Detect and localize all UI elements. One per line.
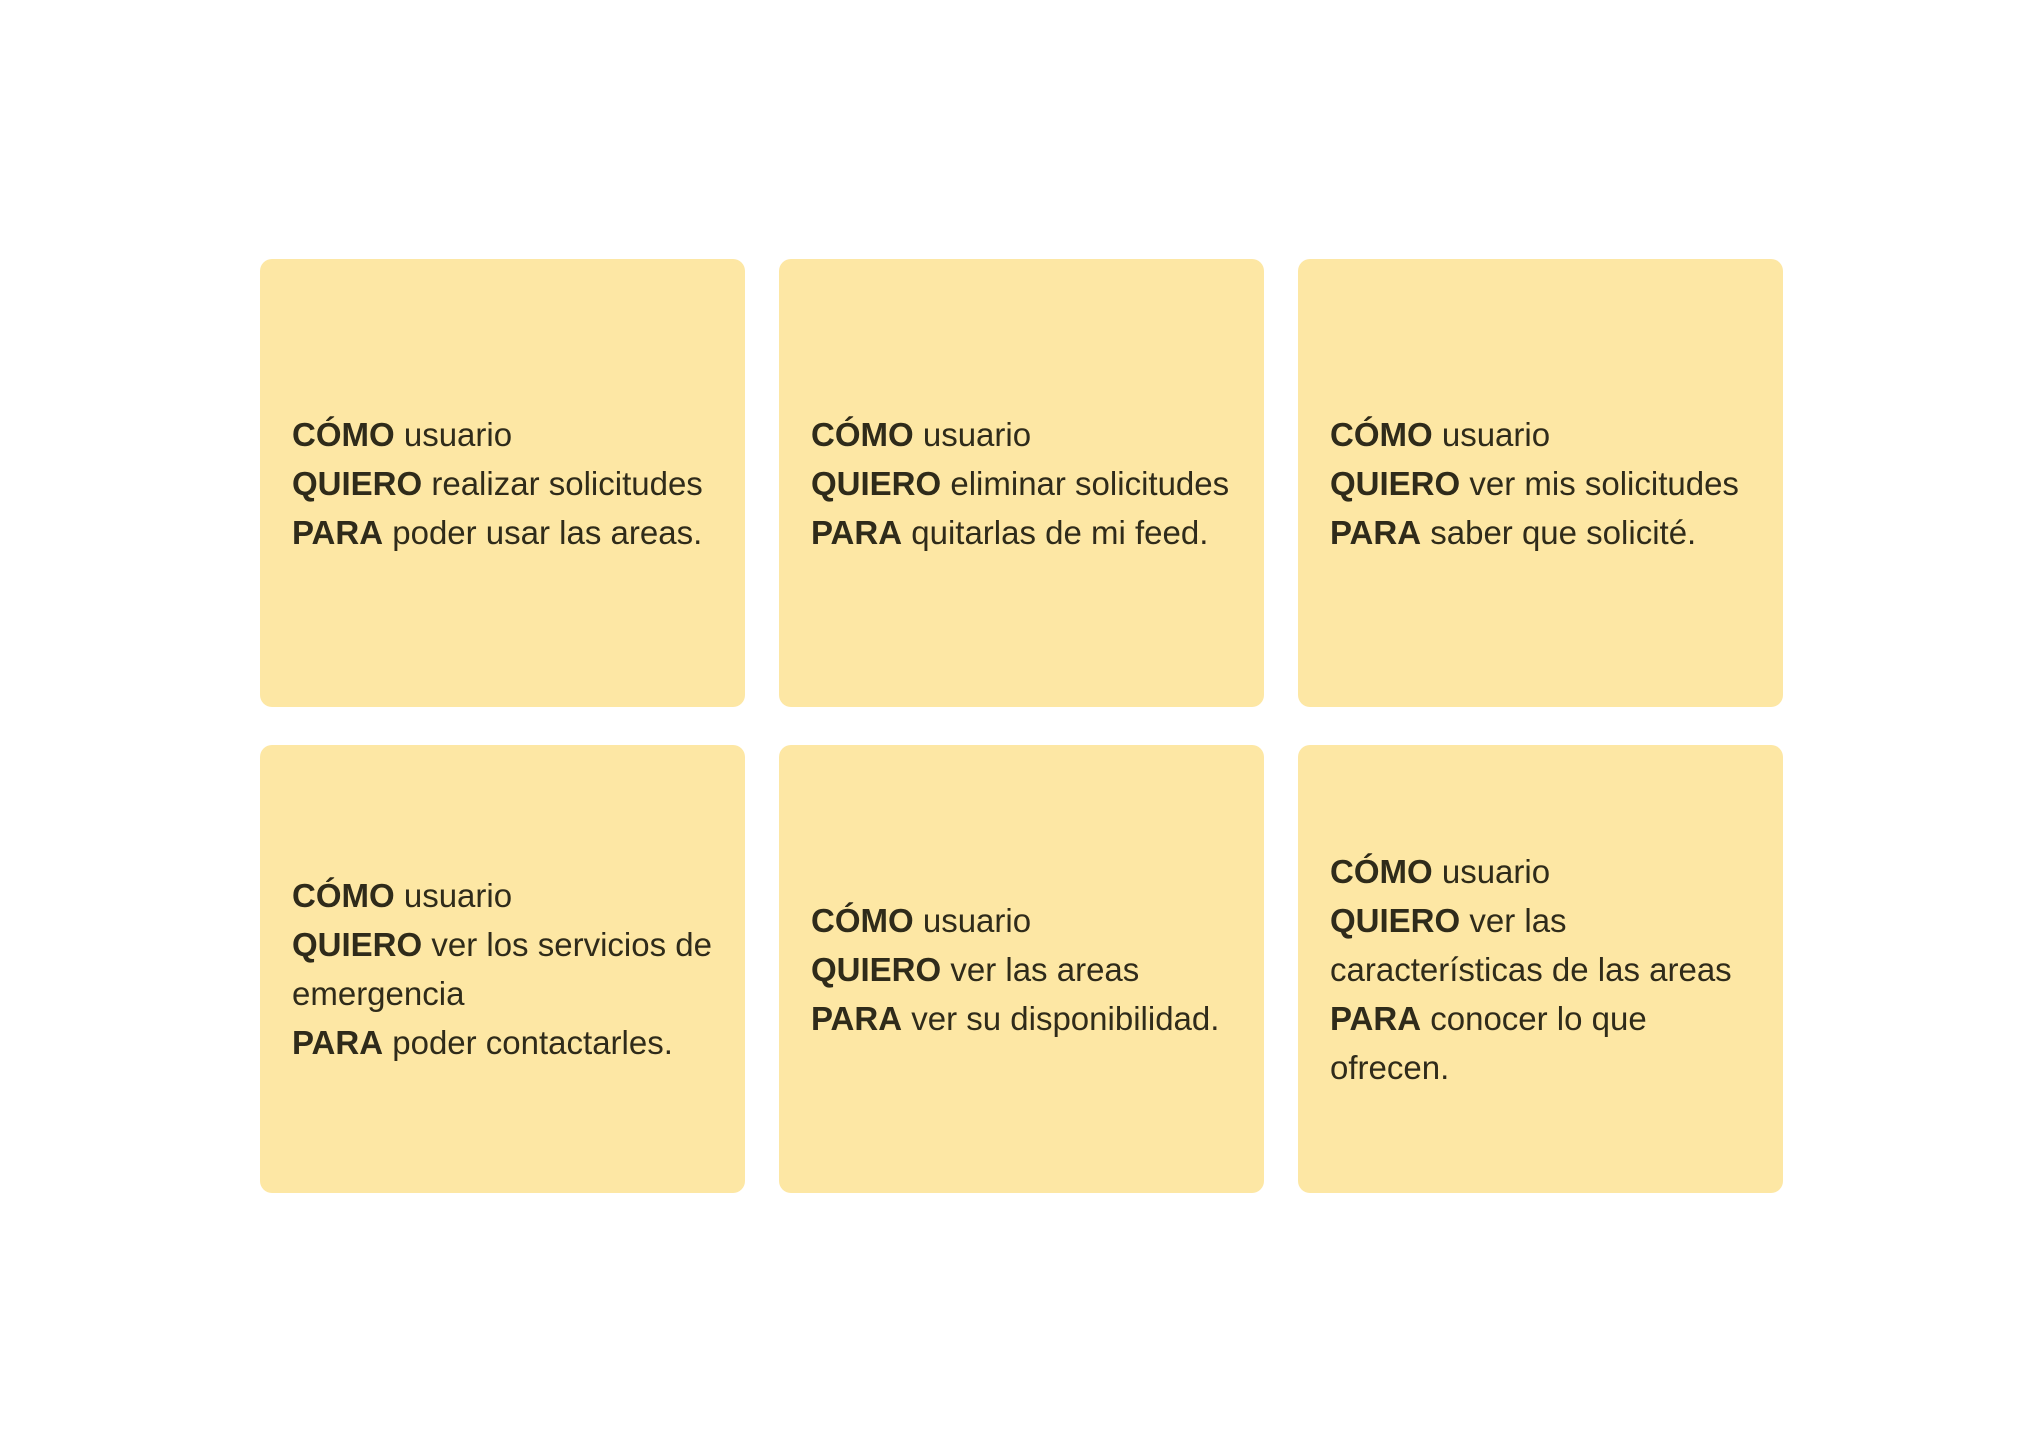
para-line: PARA poder contactarles. [292, 1018, 715, 1067]
para-value: poder contactarles. [392, 1024, 673, 1061]
para-line: PARA quitarlas de mi feed. [811, 508, 1229, 557]
quiero-line: QUIERO ver las areas [811, 945, 1219, 994]
para-keyword: PARA [292, 1024, 384, 1061]
como-value: usuario [403, 415, 513, 453]
user-story-text: CÓMO usuario QUIERO realizar solicitudes… [292, 410, 703, 557]
user-story-text: CÓMO usuario QUIERO eliminar solicitudes… [811, 410, 1229, 557]
como-value: usuario [403, 877, 513, 914]
como-value: usuario [1441, 415, 1551, 453]
quiero-line: QUIERO ver mis solicitudes [1330, 459, 1739, 508]
sticky-note-board: CÓMO usuario QUIERO realizar solicitudes… [260, 259, 1783, 1195]
para-keyword: PARA [811, 513, 903, 551]
quiero-keyword: QUIERO [292, 464, 423, 502]
para-keyword: PARA [292, 513, 384, 551]
como-line: CÓMO usuario [292, 871, 715, 920]
como-keyword: CÓMO [811, 901, 914, 939]
quiero-line: QUIERO ver los servicios de emergencia [292, 920, 715, 1018]
sticky-note[interactable]: CÓMO usuario QUIERO ver las característi… [1298, 745, 1783, 1193]
para-value: saber que solicité. [1430, 513, 1697, 551]
como-line: CÓMO usuario [1330, 847, 1753, 896]
para-value: ver su disponibilidad. [911, 999, 1220, 1037]
quiero-value: eliminar solicitudes [950, 464, 1230, 502]
como-line: CÓMO usuario [1330, 410, 1739, 459]
sticky-note[interactable]: CÓMO usuario QUIERO ver mis solicitudes … [1298, 259, 1783, 707]
para-keyword: PARA [1330, 513, 1422, 551]
como-line: CÓMO usuario [811, 896, 1219, 945]
quiero-keyword: QUIERO [292, 926, 423, 963]
como-keyword: CÓMO [811, 415, 914, 453]
para-value: poder usar las areas. [392, 513, 703, 551]
para-line: PARA poder usar las areas. [292, 508, 703, 557]
como-keyword: CÓMO [292, 415, 395, 453]
user-story-text: CÓMO usuario QUIERO ver mis solicitudes … [1330, 410, 1739, 557]
para-value: quitarlas de mi feed. [911, 513, 1209, 551]
como-keyword: CÓMO [292, 877, 395, 914]
quiero-keyword: QUIERO [1330, 901, 1461, 939]
para-line: PARA conocer lo que ofrecen. [1330, 994, 1753, 1092]
como-line: CÓMO usuario [811, 410, 1229, 459]
quiero-value: ver mis solicitudes [1469, 464, 1739, 502]
como-value: usuario [1441, 852, 1551, 890]
como-keyword: CÓMO [1330, 852, 1433, 890]
como-value: usuario [922, 415, 1032, 453]
sticky-note[interactable]: CÓMO usuario QUIERO ver los servicios de… [260, 745, 745, 1193]
sticky-note[interactable]: CÓMO usuario QUIERO realizar solicitudes… [260, 259, 745, 707]
como-line: CÓMO usuario [292, 410, 703, 459]
sticky-note[interactable]: CÓMO usuario QUIERO eliminar solicitudes… [779, 259, 1264, 707]
quiero-value: ver las areas [950, 950, 1140, 988]
quiero-line: QUIERO realizar solicitudes [292, 459, 703, 508]
quiero-keyword: QUIERO [1330, 464, 1461, 502]
quiero-keyword: QUIERO [811, 464, 942, 502]
sticky-note[interactable]: CÓMO usuario QUIERO ver las areas PARA v… [779, 745, 1264, 1193]
para-keyword: PARA [811, 999, 903, 1037]
quiero-line: QUIERO eliminar solicitudes [811, 459, 1229, 508]
para-line: PARA saber que solicité. [1330, 508, 1739, 557]
como-value: usuario [922, 901, 1032, 939]
quiero-value: realizar solicitudes [431, 464, 703, 502]
user-story-text: CÓMO usuario QUIERO ver las característi… [1330, 847, 1753, 1092]
user-story-text: CÓMO usuario QUIERO ver los servicios de… [292, 871, 715, 1067]
para-line: PARA ver su disponibilidad. [811, 994, 1219, 1043]
quiero-keyword: QUIERO [811, 950, 942, 988]
como-keyword: CÓMO [1330, 415, 1433, 453]
quiero-line: QUIERO ver las características de las ar… [1330, 896, 1753, 994]
para-keyword: PARA [1330, 999, 1422, 1037]
user-story-text: CÓMO usuario QUIERO ver las areas PARA v… [811, 896, 1219, 1043]
